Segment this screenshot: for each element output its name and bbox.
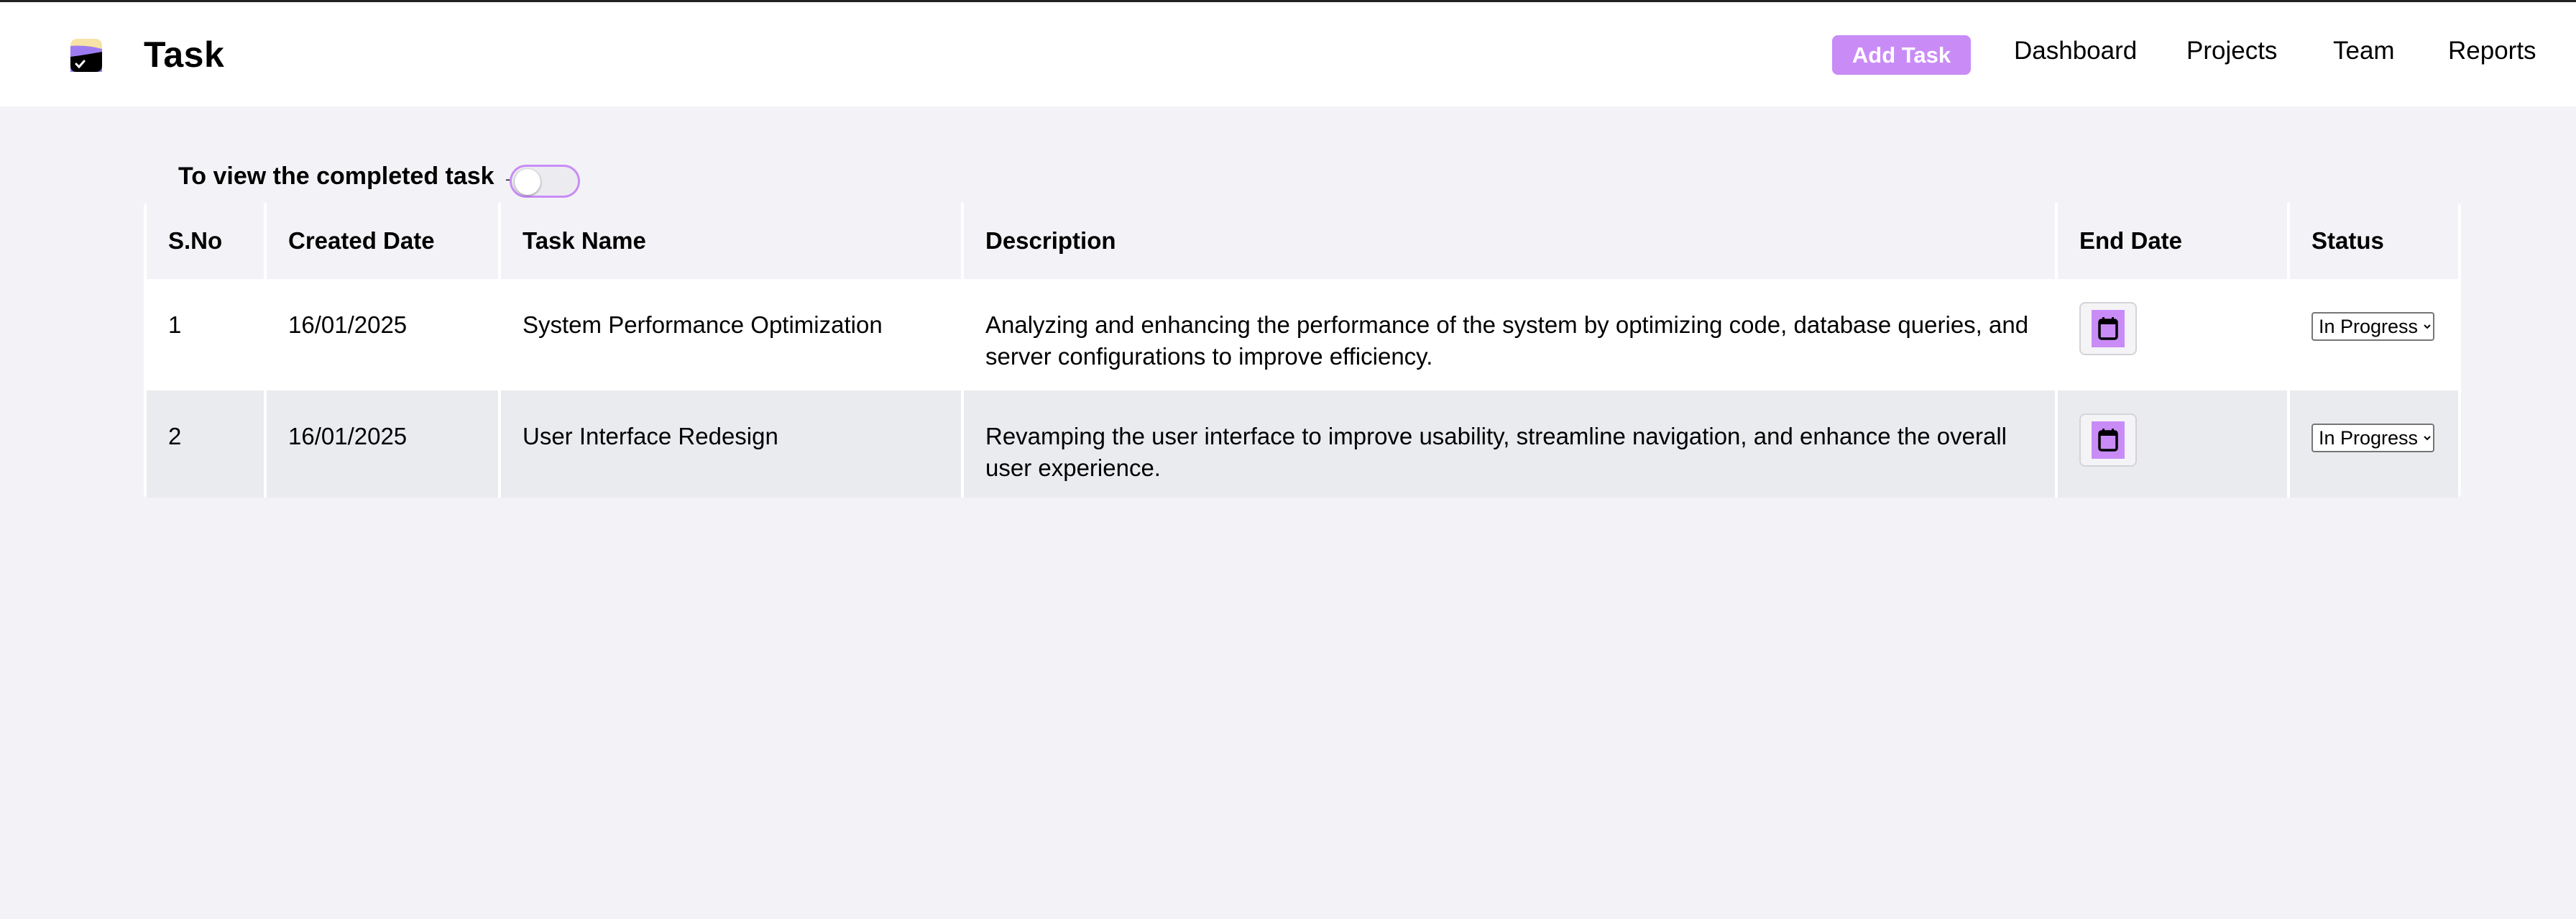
app-header: Task Add Task Dashboard Projects Team Re… [0,2,2576,106]
nav-dashboard[interactable]: Dashboard [2014,37,2137,65]
cell-created-date: 16/01/2025 [267,390,498,498]
calendar-icon [2092,310,2125,347]
status-select[interactable]: In Progress [2312,424,2434,452]
cell-end-date [2058,279,2287,390]
column-header-description: Description [964,203,2055,279]
column-header-status: Status [2290,203,2458,279]
cell-task-name: System Performance Optimization [501,279,961,390]
task-logo-icon [70,39,102,72]
status-select[interactable]: In Progress [2312,312,2434,341]
column-header-created-date: Created Date [267,203,498,279]
toggle-knob[interactable] [515,169,540,195]
nav-team[interactable]: Team [2333,37,2395,65]
nav-projects[interactable]: Projects [2186,37,2277,65]
completed-toggle-label: To view the completed task → [178,163,526,190]
cell-end-date [2058,390,2287,498]
end-date-picker-button[interactable] [2079,302,2137,355]
task-table: S.No Created Date Task Name Description … [144,203,2461,498]
app-title: Task [144,35,225,75]
column-header-task-name: Task Name [501,203,961,279]
cell-sno: 1 [147,279,264,390]
column-header-sno: S.No [147,203,264,279]
add-task-button[interactable]: Add Task [1832,35,1971,75]
cell-status: In Progress [2290,279,2458,390]
table-header-row: S.No Created Date Task Name Description … [147,203,2458,279]
cell-description: Revamping the user interface to improve … [964,390,2055,498]
end-date-picker-button[interactable] [2079,413,2137,467]
cell-task-name: User Interface Redesign [501,390,961,498]
calendar-icon [2092,421,2125,459]
cell-description: Analyzing and enhancing the performance … [964,279,2055,390]
cell-status: In Progress [2290,390,2458,498]
table-row: 1 16/01/2025 System Performance Optimiza… [147,279,2458,390]
table-row: 2 16/01/2025 User Interface Redesign Rev… [147,390,2458,498]
cell-sno: 2 [147,390,264,498]
cell-created-date: 16/01/2025 [267,279,498,390]
completed-task-toggle[interactable] [510,165,580,198]
nav-reports[interactable]: Reports [2448,37,2536,65]
column-header-end-date: End Date [2058,203,2287,279]
